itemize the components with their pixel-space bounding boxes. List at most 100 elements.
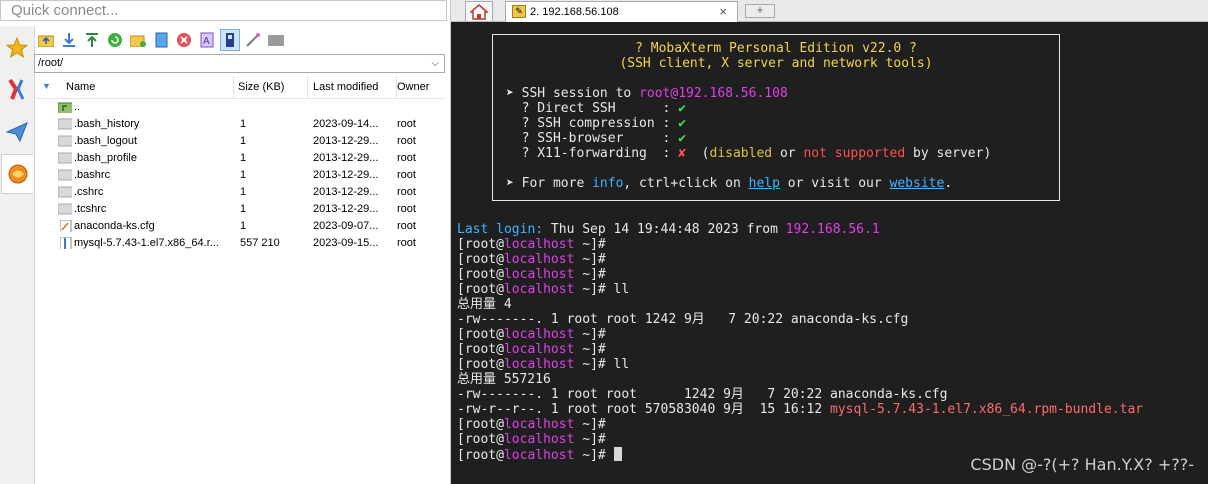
sessions-tab[interactable]: [1, 28, 33, 68]
file-row[interactable]: .bash_profile 1 2013-12-29... root: [36, 150, 446, 167]
terminal-line: [root@localhost ~]# ll: [457, 282, 630, 297]
delete-button[interactable]: [174, 29, 194, 51]
terminal-icon: [268, 34, 284, 46]
plus-icon: +: [756, 3, 764, 17]
new-folder-button[interactable]: [128, 29, 148, 51]
terminal-line: [root@localhost ~]#: [457, 237, 606, 252]
file-size: 557 210: [240, 237, 280, 249]
side-tab-bar: [0, 26, 35, 484]
text-file-icon: [60, 220, 72, 232]
file-modified: 2023-09-15...: [313, 237, 379, 249]
feature-line: ? Direct SSH : ✔: [506, 101, 687, 116]
file-row[interactable]: mysql-5.7.43-1.el7.x86_64.r... 557 210 202…: [36, 235, 446, 252]
file-modified: 2013-12-29...: [313, 169, 379, 181]
file-owner: root: [397, 118, 416, 130]
new-folder-icon: [130, 35, 146, 47]
macros-tab[interactable]: [1, 112, 33, 152]
file-size: 1: [240, 186, 247, 198]
permissions-button[interactable]: [220, 29, 240, 51]
rename-icon: A: [200, 32, 214, 48]
file-row[interactable]: .bashrc 1 2013-12-29... root: [36, 167, 446, 184]
file-name: .bashrc: [74, 169, 111, 181]
tools-tab[interactable]: [1, 70, 33, 110]
check-icon: ✔: [678, 101, 687, 116]
delete-icon: [177, 33, 191, 47]
feature-line: ? SSH compression : ✔: [506, 116, 687, 131]
file-name: anaconda-ks.cfg: [74, 220, 155, 232]
help-link[interactable]: help: [749, 176, 780, 191]
home-tab[interactable]: [465, 1, 493, 21]
column-size[interactable]: Size (KB): [238, 76, 308, 98]
banner-subtitle: (SSH client, X server and network tools): [619, 56, 933, 71]
column-owner[interactable]: Owner: [397, 76, 446, 98]
folder-up-button[interactable]: [36, 29, 56, 51]
info-word: info: [592, 176, 624, 191]
tab-session[interactable]: ✎ 2. 192.168.56.108 ×: [505, 1, 738, 22]
file-modified: 2023-09-07...: [313, 220, 379, 232]
file-row[interactable]: anaconda-ks.cfg 1 2023-09-07... root: [36, 218, 446, 235]
ssh-session-line: ➤ SSH session to root@192.168.56.108: [506, 86, 788, 101]
hidden-file-icon: [58, 203, 72, 215]
welcome-banner: ? MobaXterm Personal Edition v22.0 ? (SS…: [492, 34, 1060, 201]
download-button[interactable]: [59, 29, 79, 51]
chevron-down-icon[interactable]: ⌵: [431, 55, 439, 72]
path-field[interactable]: /root/ ⌵: [34, 54, 445, 73]
file-size: 1: [240, 118, 247, 130]
file-modified: 2013-12-29...: [313, 135, 379, 147]
file-owner: root: [397, 135, 416, 147]
terminal[interactable]: ? MobaXterm Personal Edition v22.0 ? (SS…: [451, 22, 1208, 484]
terminal-line: -rw-------. 1 root root 1242 9月 7 20:22 …: [457, 312, 909, 327]
file-size: 1: [240, 203, 247, 215]
path-value: /root/: [38, 57, 64, 69]
file-name: .cshrc: [74, 186, 104, 198]
home-icon: [470, 3, 488, 20]
quick-connect-input[interactable]: [1, 1, 446, 20]
folder-up-icon: [38, 35, 54, 47]
star-icon: [6, 37, 28, 59]
terminal-line: -rw-------. 1 root root 1242 9月 7 20:22 …: [457, 387, 948, 402]
file-row[interactable]: .bash_history 1 2023-09-14... root: [36, 116, 446, 133]
file-list-header: ▼ Name Size (KB) Last modified Owner: [36, 76, 446, 99]
refresh-button[interactable]: [105, 29, 125, 51]
file-name: .bash_logout: [74, 135, 137, 147]
terminal-line: [root@localhost ~]#: [457, 432, 606, 447]
new-tab-button[interactable]: +: [745, 4, 775, 18]
column-modified[interactable]: Last modified: [313, 76, 397, 98]
terminal-button[interactable]: [266, 29, 286, 51]
rename-button[interactable]: A: [197, 29, 217, 51]
terminal-line: [root@localhost ~]#: [457, 342, 606, 357]
banner-title: ? MobaXterm Personal Edition v22.0 ?: [635, 41, 917, 56]
sftp-tab[interactable]: [1, 154, 33, 194]
permissions-icon: [226, 33, 234, 47]
file-size: 1: [240, 152, 247, 164]
magic-icon: [246, 33, 260, 47]
info-line: ➤ For more info, ctrl+click on help or v…: [506, 176, 953, 191]
hidden-file-icon: [58, 135, 72, 147]
file-modified: 2013-12-29...: [313, 152, 379, 164]
file-row[interactable]: .cshrc 1 2013-12-29... root: [36, 184, 446, 201]
tools-icon: [8, 78, 25, 100]
paper-plane-icon: [6, 122, 28, 143]
column-name[interactable]: Name: [66, 76, 234, 98]
feature-line: ? SSH-browser : ✔: [506, 131, 687, 146]
file-owner: root: [397, 220, 416, 232]
magic-button[interactable]: [243, 29, 263, 51]
upload-button[interactable]: [82, 29, 102, 51]
terminal-line: 总用量 557216: [457, 372, 551, 387]
file-row[interactable]: .tcshrc 1 2013-12-29... root: [36, 201, 446, 218]
tab-bar: ✎ 2. 192.168.56.108 × +: [451, 0, 1208, 22]
close-icon[interactable]: ×: [719, 2, 727, 22]
file-row[interactable]: ..: [36, 99, 446, 116]
quick-connect[interactable]: [0, 0, 447, 21]
file-modified: 2013-12-29...: [313, 203, 379, 215]
new-file-button[interactable]: [151, 29, 171, 51]
hidden-file-icon: [58, 118, 72, 130]
terminal-line: [root@localhost ~]#: [457, 447, 622, 463]
feature-line: ? X11-forwarding : ✘ (disabled or not su…: [506, 146, 992, 161]
website-link[interactable]: website: [890, 176, 945, 191]
cross-icon: ✘: [678, 146, 687, 161]
terminal-line: 总用量 4: [457, 297, 512, 312]
file-owner: root: [397, 186, 416, 198]
file-row[interactable]: .bash_logout 1 2013-12-29... root: [36, 133, 446, 150]
file-owner: root: [397, 152, 416, 164]
